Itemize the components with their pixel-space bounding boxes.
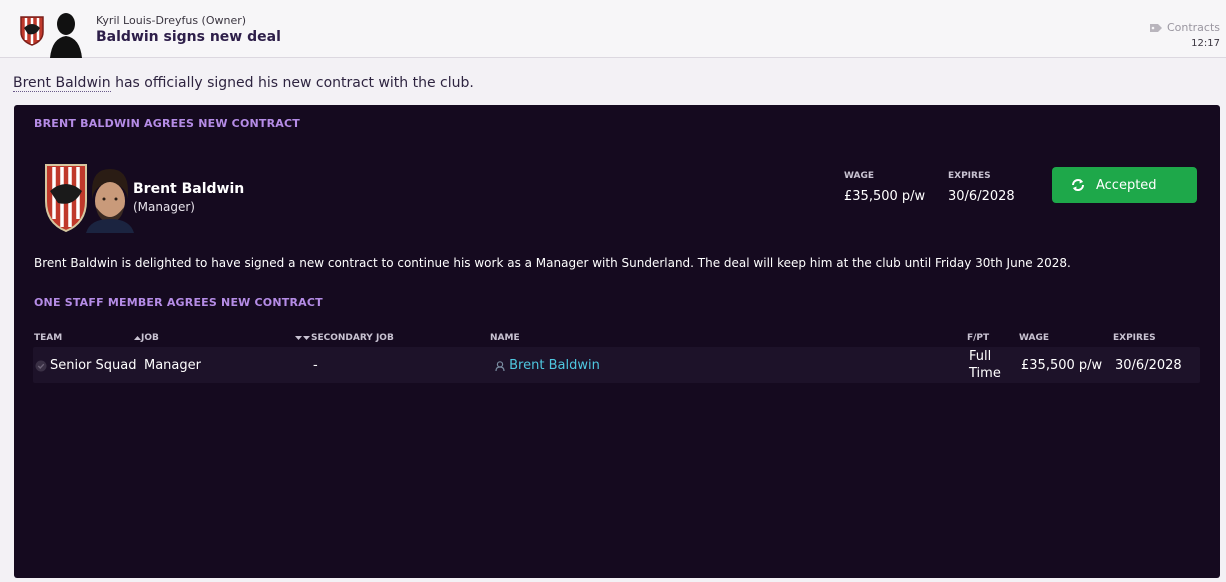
- accepted-button[interactable]: Accepted: [1052, 167, 1197, 203]
- sort-up-icon: [134, 335, 141, 340]
- row-fpt-line2: Time: [969, 366, 1001, 381]
- person-role: (Manager): [133, 200, 195, 214]
- intro-person-link[interactable]: Brent Baldwin: [13, 75, 111, 92]
- wage-label: WAGE: [844, 171, 875, 181]
- column-header-job[interactable]: JOB: [134, 333, 159, 343]
- row-secondary-job: -: [313, 358, 318, 373]
- column-header-team[interactable]: TEAM: [34, 333, 62, 343]
- column-header-expires[interactable]: EXPIRES: [1113, 333, 1156, 343]
- intro-sentence: has officially signed his new contract w…: [110, 75, 474, 91]
- column-header-job-label: JOB: [141, 333, 159, 343]
- message-subject: Baldwin signs new deal: [96, 29, 281, 45]
- table-row[interactable]: Senior Squad Manager - Brent Baldwin Ful…: [33, 347, 1200, 383]
- check-circle-icon: [35, 360, 47, 372]
- manager-face-icon: [86, 169, 134, 233]
- club-crest-icon: [20, 16, 44, 46]
- contract-panel: BRENT BALDWIN AGREES NEW CONTRACT Brent …: [14, 105, 1220, 578]
- column-header-wage[interactable]: WAGE: [1019, 333, 1049, 343]
- owner-avatar-icon: [50, 13, 82, 58]
- tag-icon: [1149, 23, 1162, 32]
- category-label[interactable]: Contracts: [1149, 21, 1220, 34]
- message-header: Kyril Louis-Dreyfus (Owner) Baldwin sign…: [0, 0, 1226, 58]
- row-team: Senior Squad: [50, 358, 137, 373]
- sender-name: Kyril Louis-Dreyfus (Owner): [96, 14, 247, 27]
- wage-value: £35,500 p/w: [844, 189, 926, 204]
- row-fpt-line1: Full: [969, 349, 992, 364]
- contract-description: Brent Baldwin is delighted to have signe…: [34, 256, 1071, 270]
- panel-title: BRENT BALDWIN AGREES NEW CONTRACT: [34, 117, 300, 130]
- message-time: 12:17: [1191, 38, 1220, 49]
- sort-down-icon: [295, 335, 310, 340]
- person-icon: [495, 360, 505, 371]
- category-text: Contracts: [1166, 21, 1220, 34]
- row-name-link[interactable]: Brent Baldwin: [509, 358, 600, 373]
- row-job: Manager: [144, 358, 201, 373]
- refresh-icon: [1072, 179, 1084, 191]
- column-header-fpt[interactable]: F/PT: [967, 333, 989, 343]
- intro-text: Brent Baldwin has officially signed his …: [13, 75, 474, 92]
- accepted-label: Accepted: [1096, 177, 1157, 193]
- person-name[interactable]: Brent Baldwin: [133, 181, 244, 197]
- section-title: ONE STAFF MEMBER AGREES NEW CONTRACT: [34, 296, 323, 309]
- row-wage: £35,500 p/w: [1021, 358, 1103, 373]
- column-header-secondary-job[interactable]: SECONDARY JOB: [295, 333, 394, 343]
- row-fpt: Full Time: [969, 348, 1001, 382]
- column-header-secondary-job-label: SECONDARY JOB: [311, 333, 394, 343]
- expires-label: EXPIRES: [948, 171, 991, 181]
- expires-value: 30/6/2028: [948, 189, 1015, 204]
- row-name[interactable]: Brent Baldwin: [495, 358, 600, 373]
- row-expires: 30/6/2028: [1115, 358, 1182, 373]
- column-header-name[interactable]: NAME: [490, 333, 520, 343]
